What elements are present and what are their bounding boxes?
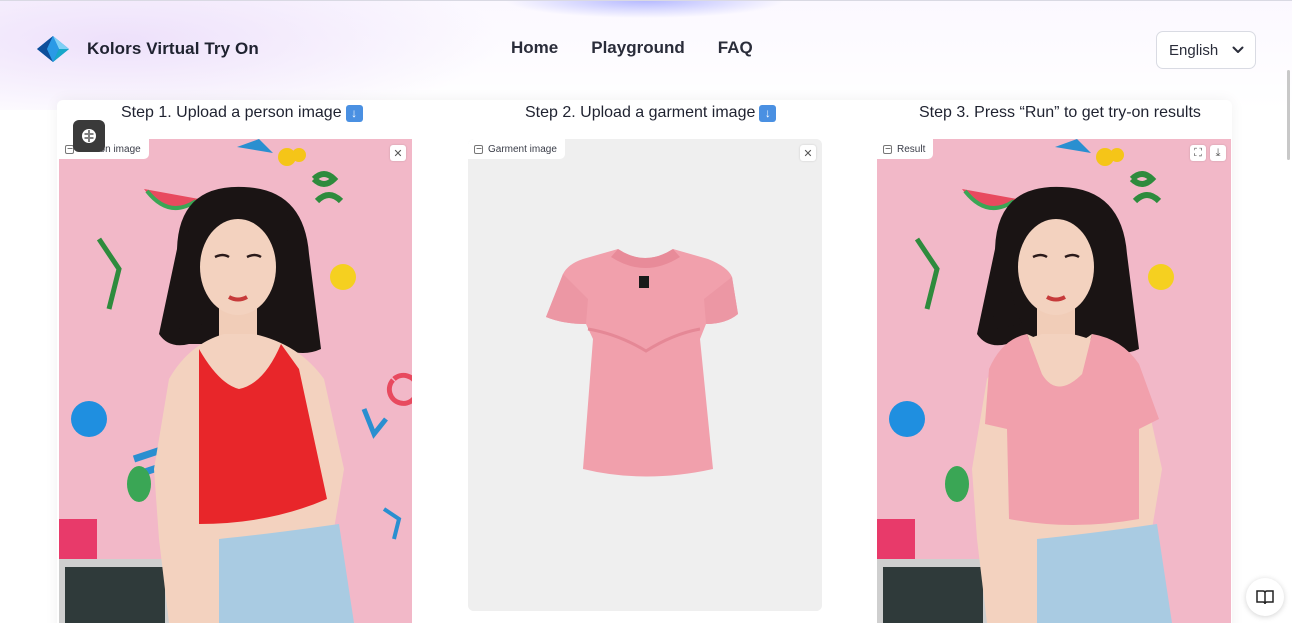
step3-heading: Step 3. Press “Run” to get try-on result… — [919, 104, 1201, 122]
site-header: Kolors Virtual Try On Home Playground FA… — [0, 0, 1292, 100]
step3-title: Step 3. Press “Run” to get try-on result… — [919, 104, 1201, 121]
result-panel: Result ⛶ ⤓ — [877, 139, 1231, 623]
brand[interactable]: Kolors Virtual Try On — [33, 34, 259, 64]
main-nav: Home Playground FAQ — [511, 38, 753, 58]
down-arrow-icon: ↓ — [759, 104, 777, 122]
step1-title: Step 1. Upload a person image — [121, 104, 342, 121]
language-select[interactable]: English — [1156, 31, 1256, 69]
logo-icon — [37, 36, 69, 62]
result-tag: Result — [877, 139, 934, 159]
garment-image-panel[interactable]: Garment image ✕ — [468, 139, 822, 611]
close-icon: ✕ — [803, 147, 813, 160]
page-scrollbar[interactable] — [1287, 70, 1290, 160]
result-photo — [877, 139, 1231, 623]
down-arrow-icon: ↓ — [345, 104, 363, 122]
download-button[interactable]: ⤓ — [1210, 145, 1226, 161]
fullscreen-button[interactable]: ⛶ — [1190, 145, 1206, 161]
brain-icon — [82, 129, 96, 143]
person-photo — [59, 139, 412, 623]
image-icon — [883, 144, 892, 154]
step2-title: Step 2. Upload a garment image — [525, 104, 756, 121]
download-icon: ⤓ — [1215, 146, 1221, 159]
brain-button[interactable] — [73, 120, 105, 152]
close-button[interactable]: ✕ — [390, 145, 406, 161]
garment-image-label: Garment image — [488, 143, 557, 155]
language-label: English — [1169, 41, 1219, 59]
image-icon — [474, 144, 483, 154]
fullscreen-icon: ⛶ — [1194, 146, 1202, 159]
nav-faq[interactable]: FAQ — [718, 38, 753, 58]
person-image-panel[interactable]: Person image ✕ — [59, 139, 412, 623]
brand-name: Kolors Virtual Try On — [87, 39, 259, 58]
step2-heading: Step 2. Upload a garment image ↓ — [525, 104, 777, 122]
book-icon — [1256, 590, 1274, 605]
close-button[interactable]: ✕ — [800, 145, 816, 161]
garment-image-tag: Garment image — [468, 139, 565, 159]
close-icon: ✕ — [393, 147, 403, 160]
result-label: Result — [897, 143, 926, 155]
nav-playground[interactable]: Playground — [591, 38, 685, 58]
nav-home[interactable]: Home — [511, 38, 558, 58]
step1-heading: Step 1. Upload a person image ↓ — [121, 104, 363, 122]
garment-photo — [468, 139, 822, 611]
chevron-down-icon — [1232, 46, 1244, 53]
book-button[interactable] — [1246, 578, 1284, 616]
